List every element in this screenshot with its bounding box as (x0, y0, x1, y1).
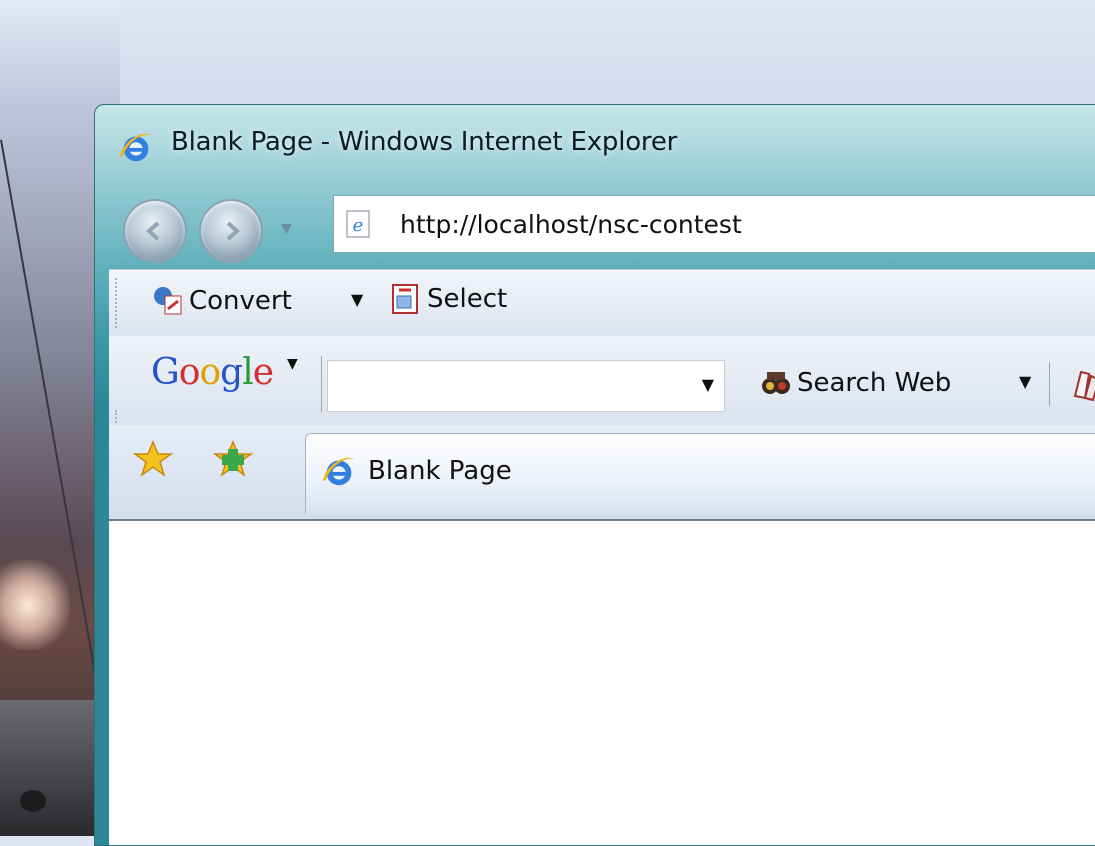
convert-dropdown[interactable]: ▼ (351, 290, 363, 309)
address-url[interactable]: http://localhost/nsc-contest (400, 210, 742, 239)
tab-label: Blank Page (368, 456, 512, 486)
google-logo[interactable]: Google (151, 352, 274, 393)
google-search-input[interactable]: ▼ (327, 360, 725, 412)
search-web-label: Search Web (797, 368, 952, 398)
favorites-star-icon[interactable] (133, 439, 173, 479)
chevron-down-icon: ▼ (281, 221, 292, 237)
browser-window: Blank Page - Windows Internet Explorer ▼… (94, 104, 1095, 846)
select-pdf-icon (392, 284, 418, 314)
title-bar[interactable]: Blank Page - Windows Internet Explorer (95, 105, 1095, 185)
wallpaper-object (20, 790, 46, 812)
window-title: Blank Page - Windows Internet Explorer (171, 127, 678, 157)
chevron-down-icon: ▼ (1019, 372, 1032, 391)
internet-explorer-icon (119, 133, 153, 162)
select-button[interactable]: Select (389, 282, 507, 316)
back-button[interactable] (123, 199, 187, 263)
chevron-down-icon: ▼ (701, 375, 714, 394)
search-history-dropdown[interactable]: ▼ (702, 375, 714, 394)
tab-blank-page[interactable]: Blank Page (305, 433, 1095, 514)
convert-button[interactable]: Convert (151, 284, 292, 318)
page-content[interactable] (109, 519, 1095, 845)
select-label: Select (427, 284, 508, 314)
search-web-button[interactable]: Search Web (759, 366, 951, 400)
light-glow (0, 560, 70, 650)
address-bar[interactable]: e http://localhost/nsc-contest (333, 195, 1095, 253)
recent-pages-dropdown[interactable]: ▼ (281, 221, 292, 237)
ie-page-icon: e (346, 210, 370, 238)
search-web-dropdown[interactable]: ▼ (1019, 372, 1031, 391)
tab-row: Blank Page (109, 425, 1095, 525)
add-to-favorites-icon[interactable] (213, 439, 253, 479)
toolbar-extra-icon[interactable] (1067, 366, 1095, 404)
back-arrow-icon (145, 221, 160, 241)
binoculars-icon (762, 372, 790, 394)
internet-explorer-icon (322, 457, 356, 486)
convert-pdf-icon (154, 287, 182, 315)
forward-button[interactable] (199, 199, 263, 263)
svg-text:e: e (353, 215, 364, 236)
chevron-down-icon: ▼ (287, 356, 298, 372)
forward-arrow-icon (226, 221, 241, 241)
convert-label: Convert (189, 286, 292, 316)
chevron-down-icon: ▼ (351, 290, 364, 309)
pdf-toolbar: Convert ▼ Select (109, 270, 1095, 337)
google-menu-dropdown[interactable]: ▼ (287, 356, 298, 372)
toolbar-grip[interactable] (115, 278, 121, 328)
toolbar-separator (1049, 362, 1050, 406)
toolbar-separator (321, 356, 322, 412)
